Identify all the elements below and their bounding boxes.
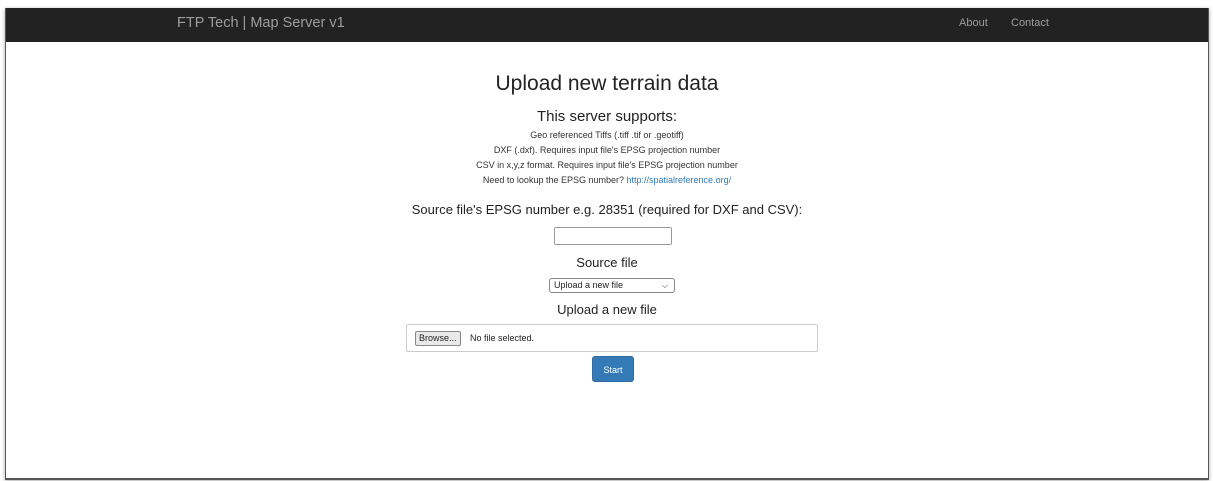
brand-link[interactable]: FTP Tech | Map Server v1 <box>177 8 345 38</box>
top-navbar: FTP Tech | Map Server v1 About Contact <box>6 8 1208 42</box>
file-status-text: No file selected. <box>470 333 535 343</box>
epsg-input[interactable] <box>554 227 672 245</box>
support-line-tiff: Geo referenced Tiffs (.tiff .tif or .geo… <box>530 130 684 140</box>
lookup-line: Need to lookup the EPSG number? http://s… <box>6 174 1208 186</box>
start-button[interactable]: Start <box>592 356 634 382</box>
spatialreference-link[interactable]: http://spatialreference.org/ <box>627 175 732 185</box>
source-file-select[interactable]: Upload a new file ⌵ <box>549 278 675 293</box>
support-line-dxf: DXF (.dxf). Requires input file's EPSG p… <box>493 145 721 155</box>
epsg-label: Source file's EPSG number e.g. 28351 (re… <box>411 202 803 217</box>
nav-about-link[interactable]: About <box>959 8 988 38</box>
supports-heading: This server supports: <box>536 108 678 125</box>
chevron-down-icon: ⌵ <box>661 281 668 290</box>
support-line-csv: CSV in x,y,z format. Requires input file… <box>476 160 738 170</box>
file-upload-field: Browse... No file selected. <box>406 324 818 352</box>
nav-contact-link[interactable]: Contact <box>1011 8 1049 38</box>
source-file-label: Source file <box>576 255 638 270</box>
page-title: Upload new terrain data <box>495 72 719 95</box>
lookup-text: Need to lookup the EPSG number? <box>482 175 624 185</box>
upload-new-file-label: Upload a new file <box>557 302 657 317</box>
browse-button[interactable]: Browse... <box>415 331 461 346</box>
browser-viewport: FTP Tech | Map Server v1 About Contact U… <box>5 8 1209 480</box>
source-file-selected: Upload a new file <box>554 280 624 290</box>
